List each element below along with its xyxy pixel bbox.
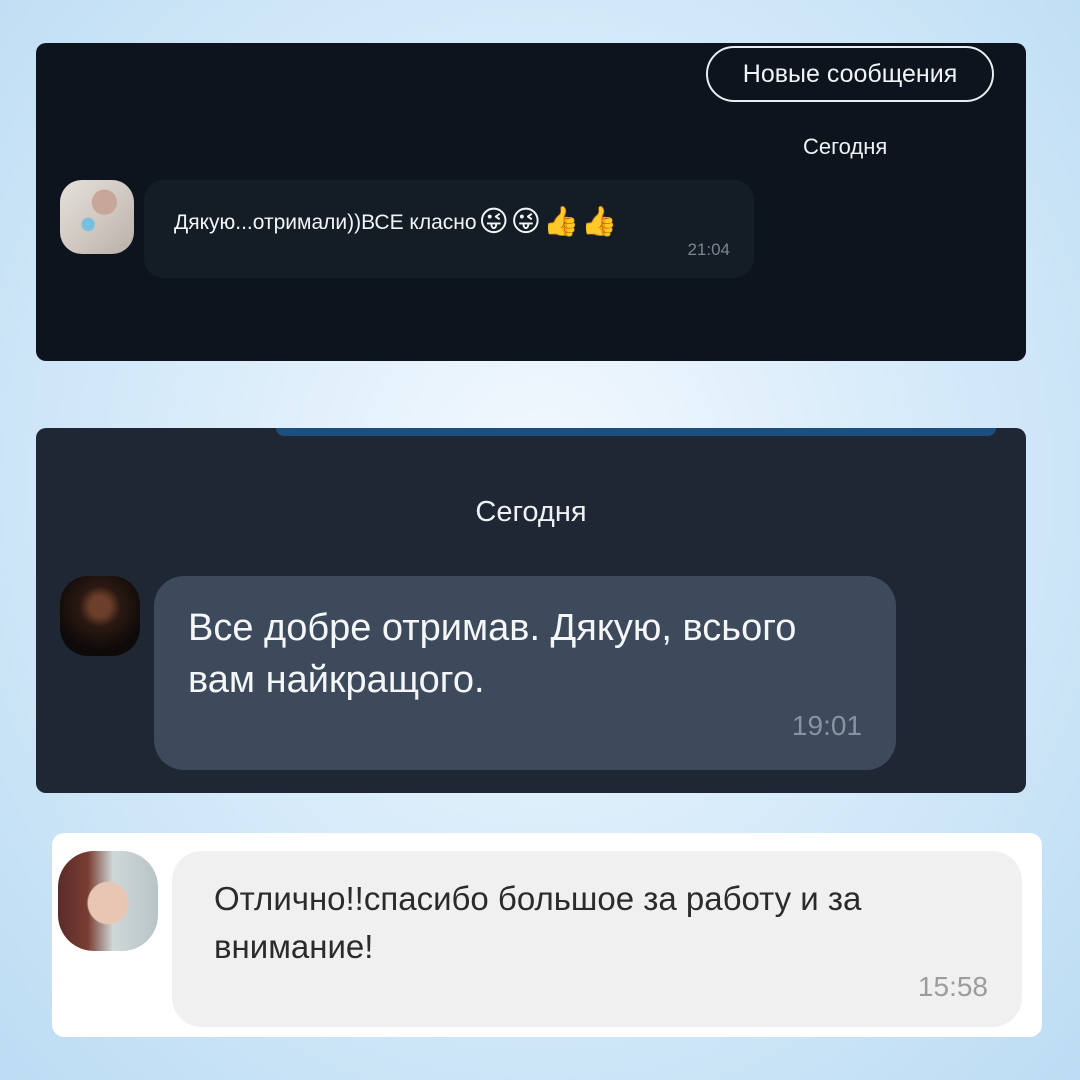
avatar[interactable] bbox=[58, 851, 158, 951]
top-scroll-bar bbox=[276, 428, 996, 436]
thumbs-up-icon: 👍 bbox=[581, 206, 618, 238]
message-text: Дякую...отримали))ВСЕ класно bbox=[174, 210, 477, 234]
message-text: Все добре отримав. Дякую, всього вам най… bbox=[188, 607, 797, 701]
message-text-row: Дякую...отримали))ВСЕ класно 😜 😜 👍 👍 bbox=[174, 208, 617, 237]
message-text: Отлично!!спасибо большое за работу и за … bbox=[214, 880, 862, 965]
chat-panel-dark: Новые сообщения Сегодня Дякую...отримали… bbox=[36, 43, 1026, 361]
message-bubble: Все добре отримав. Дякую, всього вам най… bbox=[154, 576, 896, 770]
message-time: 21:04 bbox=[687, 240, 730, 259]
date-divider: Сегодня bbox=[803, 134, 888, 159]
chat-panel-light: Отлично!!спасибо большое за работу и за … bbox=[52, 833, 1042, 1037]
chat-panel-slate: Сегодня Все добре отримав. Дякую, всього… bbox=[36, 428, 1026, 793]
winking-face-icon: 😜 bbox=[510, 206, 542, 238]
avatar[interactable] bbox=[60, 576, 140, 656]
winking-face-icon: 😜 bbox=[478, 206, 509, 238]
message-bubble: Дякую...отримали))ВСЕ класно 😜 😜 👍 👍 21:… bbox=[144, 180, 754, 278]
message-bubble: Отлично!!спасибо большое за работу и за … bbox=[172, 851, 1022, 1027]
avatar[interactable] bbox=[60, 180, 134, 254]
new-messages-button[interactable]: Новые сообщения bbox=[706, 46, 994, 102]
thumbs-up-icon: 👍 bbox=[543, 206, 580, 238]
date-divider: Сегодня bbox=[475, 496, 587, 528]
message-time: 19:01 bbox=[791, 710, 862, 741]
message-time: 15:58 bbox=[917, 971, 988, 1002]
